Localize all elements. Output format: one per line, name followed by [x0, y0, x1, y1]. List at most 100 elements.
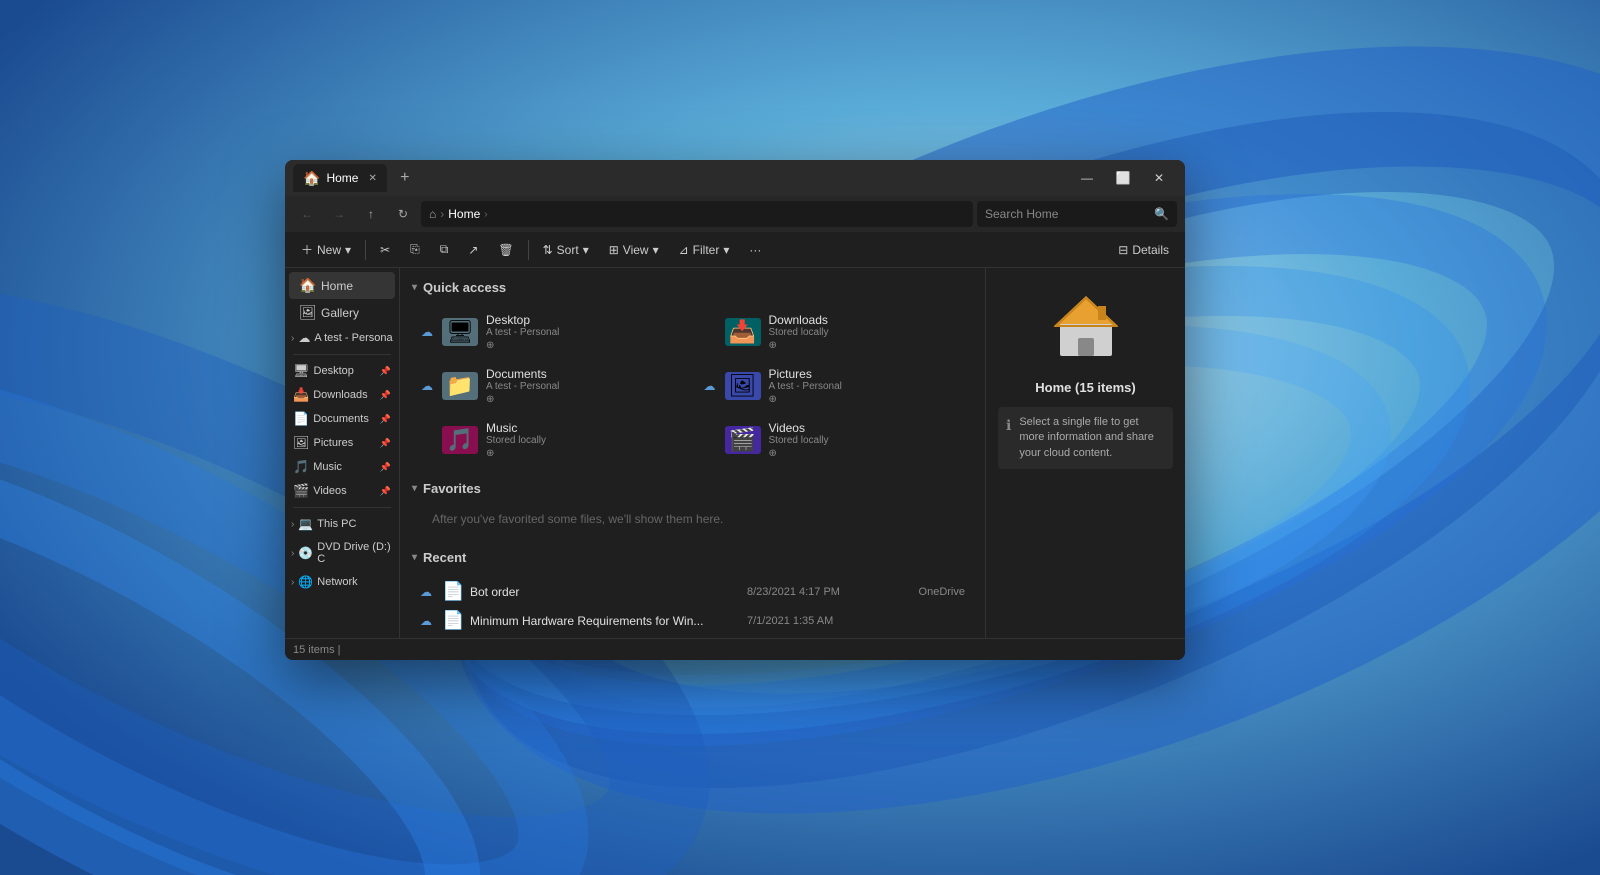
pictures-qa-pin: ⊕: [769, 394, 842, 405]
sidebar-home-label: Home: [321, 279, 353, 293]
sort-label: Sort: [557, 243, 579, 257]
new-button[interactable]: ＋ New ▾: [293, 237, 359, 262]
copy-button[interactable]: ⎘: [402, 238, 428, 261]
sidebar-desktop-label: Desktop: [314, 365, 376, 377]
favorites-header[interactable]: ▾ Favorites: [412, 477, 973, 500]
recent-header[interactable]: ▾ Recent: [412, 546, 973, 569]
music-qa-info: Music Stored locally ⊕: [486, 421, 546, 459]
refresh-button[interactable]: ↻: [389, 200, 417, 228]
up-button[interactable]: ↑: [357, 200, 385, 228]
qa-item-music[interactable]: 🎵 Music Stored locally ⊕: [412, 415, 691, 465]
pictures-nav-icon: 🖼: [293, 435, 310, 451]
videos-qa-info: Videos Stored locally ⊕: [769, 421, 829, 459]
sidebar-item-documents[interactable]: 📄 Documents 📌: [285, 407, 399, 431]
back-button[interactable]: ←: [293, 200, 321, 228]
search-placeholder: Search Home: [985, 207, 1150, 221]
recent-label: Recent: [423, 550, 466, 565]
pictures-cloud-icon: ☁: [703, 379, 717, 393]
documents-cloud-icon: ☁: [420, 379, 434, 393]
search-icon: 🔍: [1154, 207, 1169, 221]
sidebar-item-home[interactable]: 🏠 Home: [289, 272, 395, 299]
pictures-qa-info: Pictures A test - Personal ⊕: [769, 367, 842, 405]
downloads-folder-icon: 📥: [725, 318, 761, 346]
minimize-button[interactable]: —: [1069, 160, 1105, 196]
home-tab[interactable]: 🏠 Home ✕: [293, 164, 387, 192]
filter-button[interactable]: ⊿ Filter ▾: [671, 239, 738, 261]
share-button[interactable]: ↗: [460, 239, 486, 261]
details-button[interactable]: ⊟ Details: [1110, 239, 1177, 261]
view-label: View: [623, 243, 649, 257]
music-qa-pin: ⊕: [486, 448, 546, 459]
favorites-label: Favorites: [423, 481, 481, 496]
recent-item-minhardware[interactable]: ☁ 📄 Minimum Hardware Requirements for Wi…: [412, 606, 973, 635]
qa-item-downloads[interactable]: 📥 Downloads Stored locally ⊕: [695, 307, 974, 357]
videos-pin-icon: 📌: [380, 486, 391, 497]
desktop-qa-pin: ⊕: [486, 340, 559, 351]
new-tab-button[interactable]: +: [393, 166, 417, 190]
address-home-text: Home: [448, 207, 480, 221]
more-button[interactable]: ···: [741, 239, 769, 261]
close-button[interactable]: ✕: [1141, 160, 1177, 196]
qa-item-documents[interactable]: ☁ 📁 Documents A test - Personal ⊕: [412, 361, 691, 411]
minhardware-name: Minimum Hardware Requirements for Win...: [470, 614, 739, 628]
search-bar[interactable]: Search Home 🔍: [977, 201, 1177, 227]
music-nav-icon: 🎵: [293, 459, 309, 475]
sidebar-item-pictures[interactable]: 🖼 Pictures 📌: [285, 431, 399, 455]
network-expand-arrow: ›: [291, 577, 294, 588]
botorder-name: Bot order: [470, 585, 739, 599]
delete-button[interactable]: 🗑: [490, 239, 521, 261]
status-text: 15 items |: [293, 644, 341, 656]
cut-button[interactable]: ✂: [372, 239, 398, 261]
maximize-button[interactable]: ⬜: [1105, 160, 1141, 196]
view-button[interactable]: ⊞ View ▾: [601, 239, 667, 261]
sidebar-item-desktop[interactable]: 🖥 Desktop 📌: [285, 359, 399, 383]
desktop-qa-info: Desktop A test - Personal ⊕: [486, 313, 559, 351]
recent-arrow: ▾: [412, 552, 417, 563]
tab-label: Home: [326, 171, 358, 185]
address-sep-1: ›: [440, 207, 444, 221]
documents-nav-icon: 📄: [293, 411, 309, 427]
address-bar[interactable]: ⌂ › Home ›: [421, 201, 973, 227]
quick-access-arrow: ▾: [412, 282, 417, 293]
sidebar-divider-1: [293, 354, 391, 355]
music-qa-name: Music: [486, 421, 546, 435]
toolbar: ＋ New ▾ ✂ ⎘ ⧉ ↗ 🗑 ⇅ Sort ▾ ⊞ View ▾ ⊿ Fi…: [285, 232, 1185, 268]
quick-access-header[interactable]: ▾ Quick access: [412, 276, 973, 299]
recent-item-botorder[interactable]: ☁ 📄 Bot order 8/23/2021 4:17 PM OneDrive: [412, 577, 973, 606]
paste-button[interactable]: ⧉: [432, 238, 457, 261]
details-label: Details: [1132, 243, 1169, 257]
details-info-text: Select a single file to get more informa…: [1019, 415, 1165, 461]
sidebar-item-atest[interactable]: › ☁ A test - Persona: [285, 326, 399, 350]
title-bar: 🏠 Home ✕ + — ⬜ ✕: [285, 160, 1185, 196]
sort-button[interactable]: ⇅ Sort ▾: [535, 239, 597, 261]
sidebar-item-videos[interactable]: 🎬 Videos 📌: [285, 479, 399, 503]
minhardware-file-icon: 📄: [442, 610, 462, 631]
qa-item-videos[interactable]: 🎬 Videos Stored locally ⊕: [695, 415, 974, 465]
forward-button[interactable]: →: [325, 200, 353, 228]
network-nav-icon: 🌐: [298, 575, 313, 589]
main-area: 🏠 Home 🖼 Gallery › ☁ A test - Persona 🖥 …: [285, 268, 1185, 638]
pictures-pin-icon: 📌: [380, 438, 391, 449]
favorites-section: ▾ Favorites After you've favorited some …: [412, 477, 973, 534]
toolbar-sep-2: [528, 240, 529, 260]
sidebar-item-thispc[interactable]: › 💻 This PC: [285, 512, 399, 536]
documents-pin-icon: 📌: [380, 414, 391, 425]
sidebar-item-gallery[interactable]: 🖼 Gallery: [289, 299, 395, 326]
share-icon: ↗: [468, 243, 478, 257]
thispc-expand-arrow: ›: [291, 519, 294, 530]
pictures-folder-icon: 🖼: [725, 372, 761, 400]
qa-item-pictures[interactable]: ☁ 🖼 Pictures A test - Personal ⊕: [695, 361, 974, 411]
details-home-icon: [1046, 288, 1126, 368]
sidebar-item-dvd[interactable]: › 💿 DVD Drive (D:) C: [285, 536, 399, 570]
details-info-box: ℹ Select a single file to get more infor…: [998, 407, 1173, 469]
sidebar-item-music[interactable]: 🎵 Music 📌: [285, 455, 399, 479]
documents-qa-pin: ⊕: [486, 394, 559, 405]
pictures-qa-name: Pictures: [769, 367, 842, 381]
tab-close-button[interactable]: ✕: [368, 173, 376, 184]
pictures-qa-sub: A test - Personal: [769, 381, 842, 392]
sidebar-item-network[interactable]: › 🌐 Network: [285, 570, 399, 594]
sidebar-item-downloads[interactable]: 📥 Downloads 📌: [285, 383, 399, 407]
file-explorer-window: 🏠 Home ✕ + — ⬜ ✕ ← → ↑ ↻ ⌂ › Home › Sear…: [285, 160, 1185, 660]
qa-item-desktop[interactable]: ☁ 🖥 Desktop A test - Personal ⊕: [412, 307, 691, 357]
sidebar-gallery-label: Gallery: [321, 306, 359, 320]
